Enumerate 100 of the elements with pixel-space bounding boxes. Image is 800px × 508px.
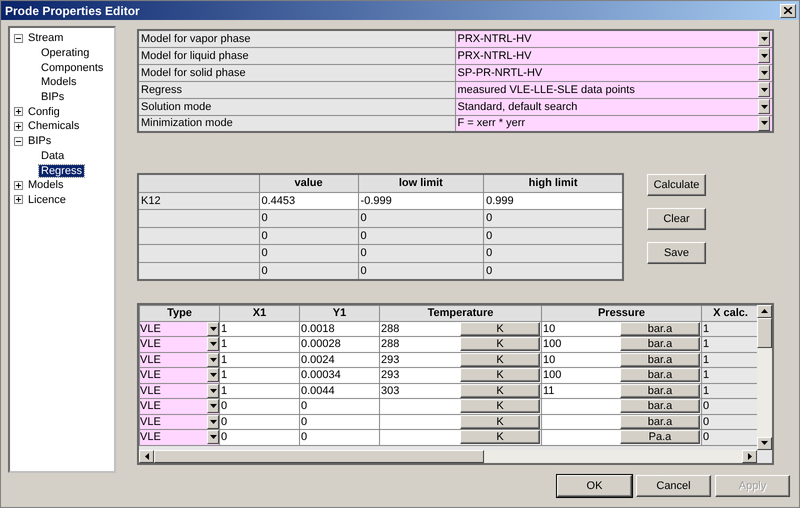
scroll-up-icon[interactable] [761, 309, 768, 313]
table-cell[interactable]: 0.999 [484, 192, 623, 210]
table-cell: 0.0018 [300, 321, 380, 336]
action-button[interactable]: Clear [647, 208, 706, 230]
caret-icon [210, 388, 216, 393]
table-cell: 0 [220, 398, 300, 414]
unit-button[interactable]: K [460, 337, 540, 352]
unit-button[interactable]: K [460, 430, 540, 444]
tree-item[interactable]: Chemicals [26, 120, 82, 132]
caret-icon [210, 373, 216, 378]
scroll-right-icon[interactable] [748, 452, 752, 460]
table-cell: 288 [381, 322, 400, 335]
tree-item[interactable]: Components [39, 62, 106, 74]
table-cell: 0 [259, 244, 358, 262]
close-button[interactable] [780, 4, 796, 18]
table-cell: 0 [259, 210, 358, 227]
table-cell: 1 [702, 352, 757, 368]
scroll-left-icon[interactable] [144, 452, 148, 460]
table-cell: 0 [220, 430, 300, 445]
table-cell: 0 [220, 414, 300, 430]
tree-item[interactable]: BIPs [39, 91, 66, 104]
table-cell: 0 [300, 398, 380, 414]
tree-item[interactable]: Data [39, 150, 66, 162]
column-header: Type [140, 305, 220, 321]
table-cell: 1 [220, 368, 300, 383]
scroll-down-icon[interactable] [761, 441, 768, 445]
unit-button[interactable]: bar.a [620, 384, 700, 398]
dialog-button[interactable]: OK [557, 475, 632, 497]
tree-item[interactable]: BIPs [26, 135, 54, 148]
unit-button[interactable]: K [460, 384, 540, 398]
expand-icon[interactable] [14, 107, 23, 116]
setting-dropdown[interactable]: PRX-NTRL-HV [455, 30, 773, 47]
scroll-thumb[interactable] [154, 450, 484, 462]
setting-dropdown[interactable]: F = xerr * yerr [455, 115, 773, 132]
type-dropdown[interactable]: VLE [140, 336, 220, 352]
table-cell: 293 [381, 354, 400, 366]
tree-item[interactable]: Stream [26, 32, 66, 44]
unit-button[interactable]: K [460, 322, 540, 336]
tree-item[interactable]: Regress [39, 164, 84, 177]
collapse-icon[interactable] [14, 136, 23, 146]
type-dropdown[interactable]: VLE [140, 430, 220, 445]
type-dropdown[interactable]: VLE [140, 414, 220, 430]
table-cell: 1 [702, 321, 757, 336]
action-button[interactable]: Save [647, 242, 706, 264]
unit-button[interactable]: bar.a [620, 414, 700, 429]
expand-icon[interactable] [14, 180, 23, 190]
table-cell: 0 [702, 398, 757, 414]
unit-button[interactable]: K [460, 352, 540, 367]
table-cell: 1 [702, 336, 757, 352]
table-cell: 1 [220, 336, 300, 352]
type-dropdown[interactable]: VLE [140, 398, 220, 414]
table-cell: 100 [543, 369, 562, 382]
table-cell: 1 [220, 383, 300, 398]
unit-button[interactable]: K [460, 368, 540, 382]
caret-icon [210, 342, 216, 346]
unit-button[interactable]: K [460, 414, 540, 429]
dialog-button[interactable]: Cancel [636, 475, 711, 497]
caret-icon [210, 420, 216, 424]
unit-button[interactable]: Pa.a [620, 430, 700, 444]
setting-dropdown[interactable]: PRX-NTRL-HV [455, 47, 773, 64]
action-button[interactable]: Calculate [647, 174, 706, 196]
horizontal-scrollbar[interactable] [139, 450, 757, 462]
expand-icon[interactable] [14, 195, 23, 204]
close-icon [784, 7, 792, 14]
type-dropdown[interactable]: VLE [140, 321, 220, 336]
tree-item[interactable]: Models [39, 76, 78, 88]
scroll-thumb[interactable] [757, 318, 772, 348]
unit-button[interactable]: bar.a [620, 368, 700, 382]
column-header: X calc. [702, 305, 757, 321]
tree-item[interactable]: Operating [39, 47, 92, 60]
unit-button[interactable]: bar.a [620, 322, 700, 336]
unit-button[interactable]: K [460, 399, 540, 414]
column-header: Temperature [380, 305, 542, 321]
table-cell: 0 [702, 430, 757, 445]
unit-button[interactable]: bar.a [620, 399, 700, 414]
table-cell[interactable]: -0.999 [358, 192, 484, 210]
setting-label: Model for vapor phase [138, 30, 455, 47]
type-dropdown[interactable]: VLE [140, 383, 220, 398]
expand-icon[interactable] [14, 122, 23, 131]
unit-button[interactable]: bar.a [620, 337, 700, 352]
table-cell: 11 [543, 384, 554, 397]
setting-dropdown[interactable]: measured VLE-LLE-SLE data points [455, 81, 773, 98]
table-cell: 0 [300, 414, 380, 430]
setting-dropdown[interactable]: Standard, default search [455, 98, 773, 115]
unit-button[interactable]: bar.a [620, 352, 700, 367]
setting-label: Regress [138, 81, 455, 98]
collapse-icon[interactable] [14, 34, 23, 43]
tree-item[interactable]: Licence [26, 194, 68, 206]
caret-icon [760, 104, 768, 108]
table-cell: 1 [220, 352, 300, 368]
table-cell: 1 [702, 383, 757, 398]
caret-icon [210, 435, 216, 440]
type-dropdown[interactable]: VLE [140, 352, 220, 368]
column-header: high limit [484, 174, 623, 192]
tree-item[interactable]: Config [26, 106, 62, 118]
setting-dropdown[interactable]: SP-PR-NRTL-HV [455, 64, 773, 81]
type-dropdown[interactable]: VLE [140, 368, 220, 383]
table-cell[interactable]: 0.4453 [259, 192, 358, 210]
vertical-scrollbar[interactable] [757, 304, 772, 450]
tree-item[interactable]: Models [26, 179, 66, 192]
